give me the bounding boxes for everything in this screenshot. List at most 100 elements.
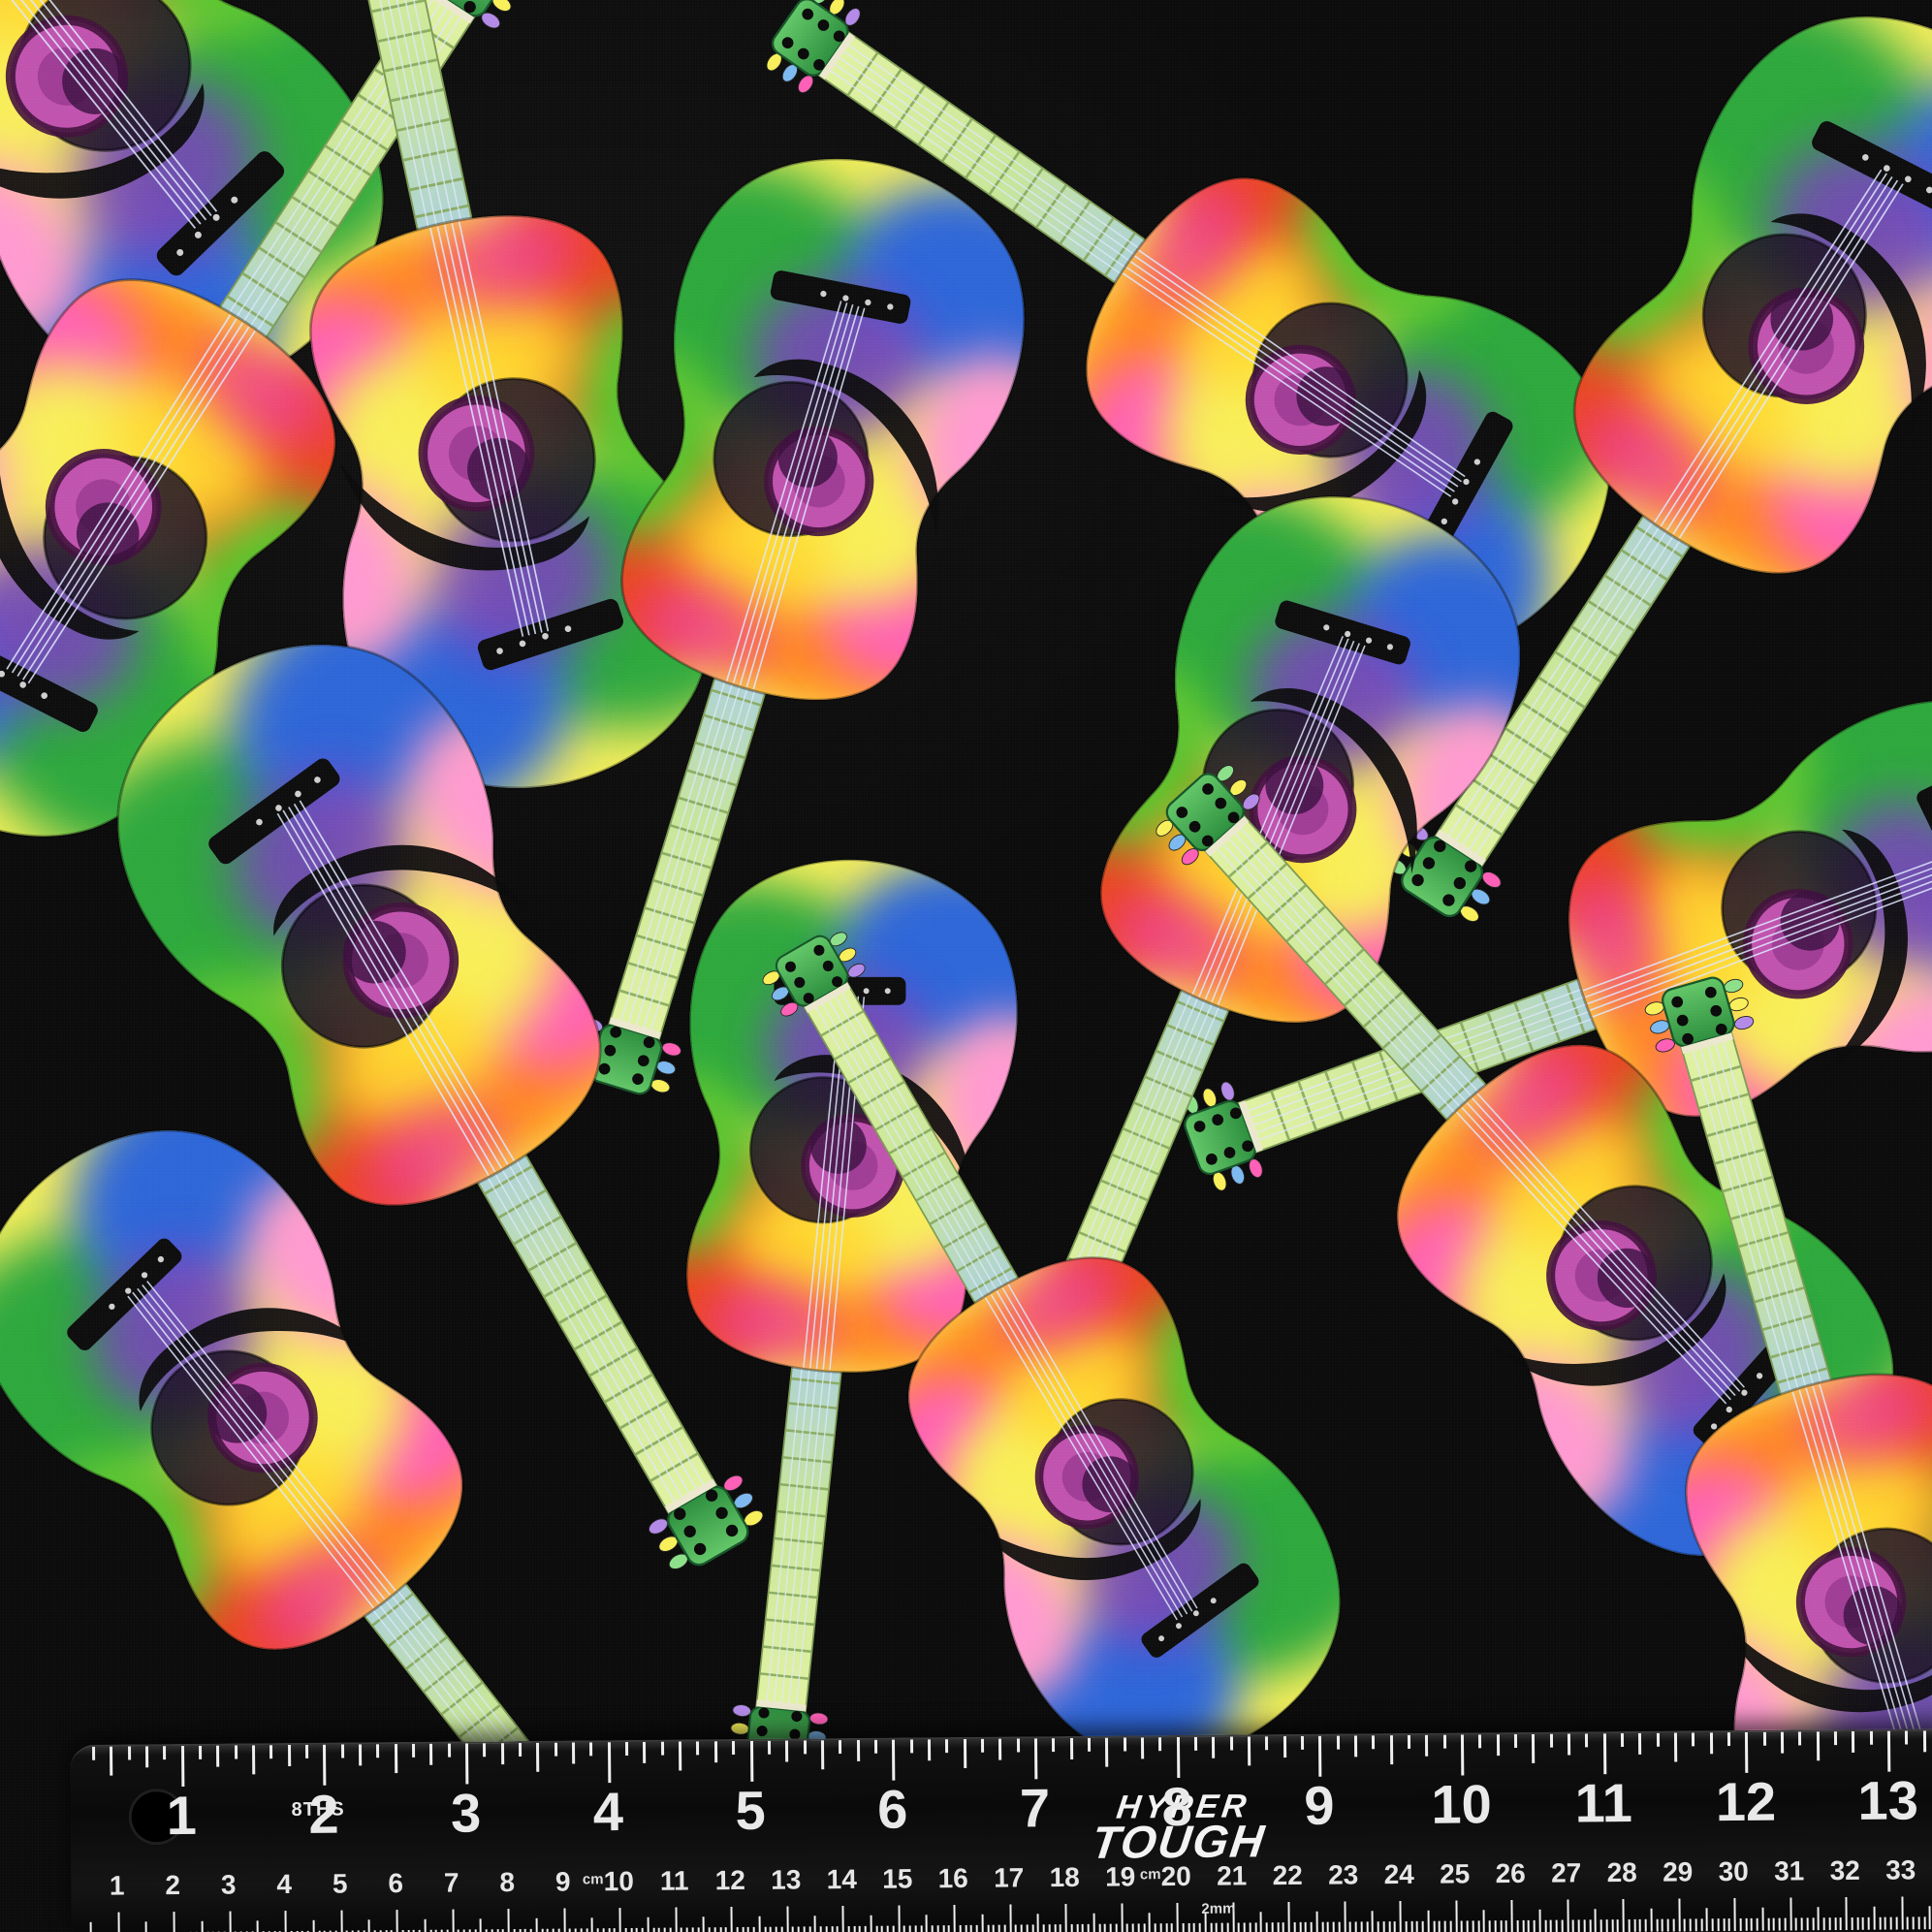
mm-tick bbox=[1861, 1916, 1864, 1930]
mm-tick bbox=[568, 1928, 572, 1932]
mm-tick bbox=[875, 1925, 878, 1932]
mm-tick bbox=[1794, 1917, 1797, 1931]
mm-tick bbox=[1059, 1924, 1062, 1932]
mm-tick bbox=[1287, 1902, 1290, 1932]
mm-tick bbox=[1806, 1917, 1809, 1931]
cm-number: 15 bbox=[882, 1863, 913, 1894]
inch-tick bbox=[412, 1743, 416, 1758]
mm-tick bbox=[880, 1925, 884, 1932]
mm-tick bbox=[647, 1916, 649, 1932]
mm-tick bbox=[1405, 1920, 1408, 1932]
mm-tick bbox=[791, 1926, 795, 1932]
inch-tick bbox=[572, 1742, 576, 1764]
mm-tick bbox=[1449, 1920, 1452, 1932]
mm-tick bbox=[1817, 1907, 1820, 1931]
mm-tick bbox=[697, 1927, 700, 1932]
mm-tick bbox=[936, 1925, 939, 1932]
inch-tick bbox=[1069, 1737, 1073, 1759]
mm-tick bbox=[1109, 1923, 1112, 1932]
mm-tick bbox=[1504, 1920, 1507, 1932]
cm-number: 7 bbox=[443, 1867, 459, 1898]
mm-tick bbox=[1494, 1920, 1497, 1932]
mm-tick bbox=[847, 1925, 850, 1932]
cm-number: 30 bbox=[1718, 1855, 1749, 1887]
mm-tick bbox=[1889, 1916, 1892, 1930]
mm-tick bbox=[1343, 1901, 1346, 1932]
inch-tick bbox=[1372, 1735, 1376, 1750]
guitar-fabric bbox=[0, 0, 1932, 1932]
inch-tick bbox=[998, 1738, 1002, 1760]
inch-tick bbox=[1620, 1733, 1625, 1748]
mm-tick bbox=[920, 1925, 923, 1932]
inch-tick bbox=[216, 1745, 220, 1767]
mm-tick bbox=[1900, 1896, 1904, 1930]
mm-tick bbox=[724, 1927, 728, 1932]
mm-tick bbox=[1148, 1913, 1152, 1932]
mm-tick bbox=[630, 1927, 633, 1932]
inch-tick bbox=[980, 1738, 984, 1753]
inch-number: 8 bbox=[1161, 1775, 1193, 1838]
mm-tick bbox=[1856, 1916, 1859, 1930]
inch-tick bbox=[1389, 1735, 1393, 1765]
mm-tick bbox=[1812, 1917, 1815, 1931]
mm-tick bbox=[1003, 1924, 1006, 1932]
cm-number: 13 bbox=[771, 1864, 802, 1895]
inch-tick bbox=[1105, 1737, 1109, 1767]
mm-tick bbox=[892, 1925, 895, 1932]
inch-tick bbox=[376, 1744, 380, 1758]
mm-tick bbox=[1477, 1920, 1480, 1932]
mm-tick bbox=[1923, 1916, 1926, 1930]
mm-tick bbox=[596, 1928, 599, 1932]
inch-number: 12 bbox=[1715, 1770, 1777, 1833]
unit-label: cm bbox=[582, 1871, 604, 1888]
cm-number: 29 bbox=[1662, 1856, 1694, 1887]
inch-tick bbox=[1922, 1730, 1926, 1753]
mm-tick bbox=[1466, 1920, 1469, 1932]
mm-tick bbox=[764, 1926, 767, 1932]
inch-number: 4 bbox=[592, 1781, 624, 1843]
mm-tick bbox=[557, 1928, 560, 1932]
mm-tick bbox=[1594, 1909, 1597, 1932]
inch-tick bbox=[1549, 1733, 1553, 1748]
inch-tick bbox=[429, 1743, 433, 1765]
inch-tick bbox=[1336, 1735, 1340, 1750]
inch-tick bbox=[1016, 1738, 1020, 1753]
mm-tick bbox=[1533, 1919, 1536, 1932]
inch-tick bbox=[1727, 1732, 1731, 1747]
mm-tick bbox=[1093, 1913, 1095, 1932]
inch-number: 3 bbox=[450, 1782, 482, 1844]
mm-tick bbox=[1733, 1898, 1736, 1932]
mm-tick bbox=[1772, 1917, 1775, 1931]
inch-tick bbox=[679, 1741, 682, 1771]
inch-tick bbox=[180, 1745, 185, 1787]
mm-tick bbox=[1566, 1899, 1569, 1932]
mm-tick bbox=[479, 1918, 483, 1932]
mm-tick bbox=[1884, 1916, 1886, 1930]
mm-tick bbox=[1315, 1911, 1318, 1932]
inch-tick bbox=[909, 1739, 913, 1754]
mm-tick bbox=[858, 1925, 862, 1932]
mm-tick bbox=[853, 1925, 856, 1932]
mm-tick bbox=[975, 1924, 978, 1932]
mm-tick bbox=[1159, 1923, 1162, 1932]
mm-tick bbox=[1527, 1919, 1530, 1932]
inch-tick bbox=[803, 1740, 807, 1755]
mm-tick bbox=[602, 1928, 605, 1932]
mm-tick bbox=[1599, 1919, 1602, 1932]
cm-number: 16 bbox=[937, 1862, 968, 1894]
inch-tick bbox=[1229, 1736, 1233, 1751]
mm-tick bbox=[870, 1915, 872, 1932]
mm-tick bbox=[1834, 1917, 1837, 1931]
mm-tick bbox=[1672, 1918, 1675, 1932]
inch-tick bbox=[696, 1741, 700, 1756]
mm-tick bbox=[396, 1910, 398, 1932]
inch-tick bbox=[234, 1745, 238, 1759]
mm-tick bbox=[1895, 1916, 1898, 1930]
inch-tick bbox=[1852, 1730, 1855, 1753]
mm-tick bbox=[1800, 1917, 1803, 1931]
inch-tick bbox=[1656, 1732, 1660, 1747]
inch-tick bbox=[1283, 1736, 1286, 1758]
mm-tick bbox=[89, 1921, 92, 1932]
mm-tick bbox=[1867, 1916, 1870, 1930]
mm-tick bbox=[674, 1907, 678, 1932]
